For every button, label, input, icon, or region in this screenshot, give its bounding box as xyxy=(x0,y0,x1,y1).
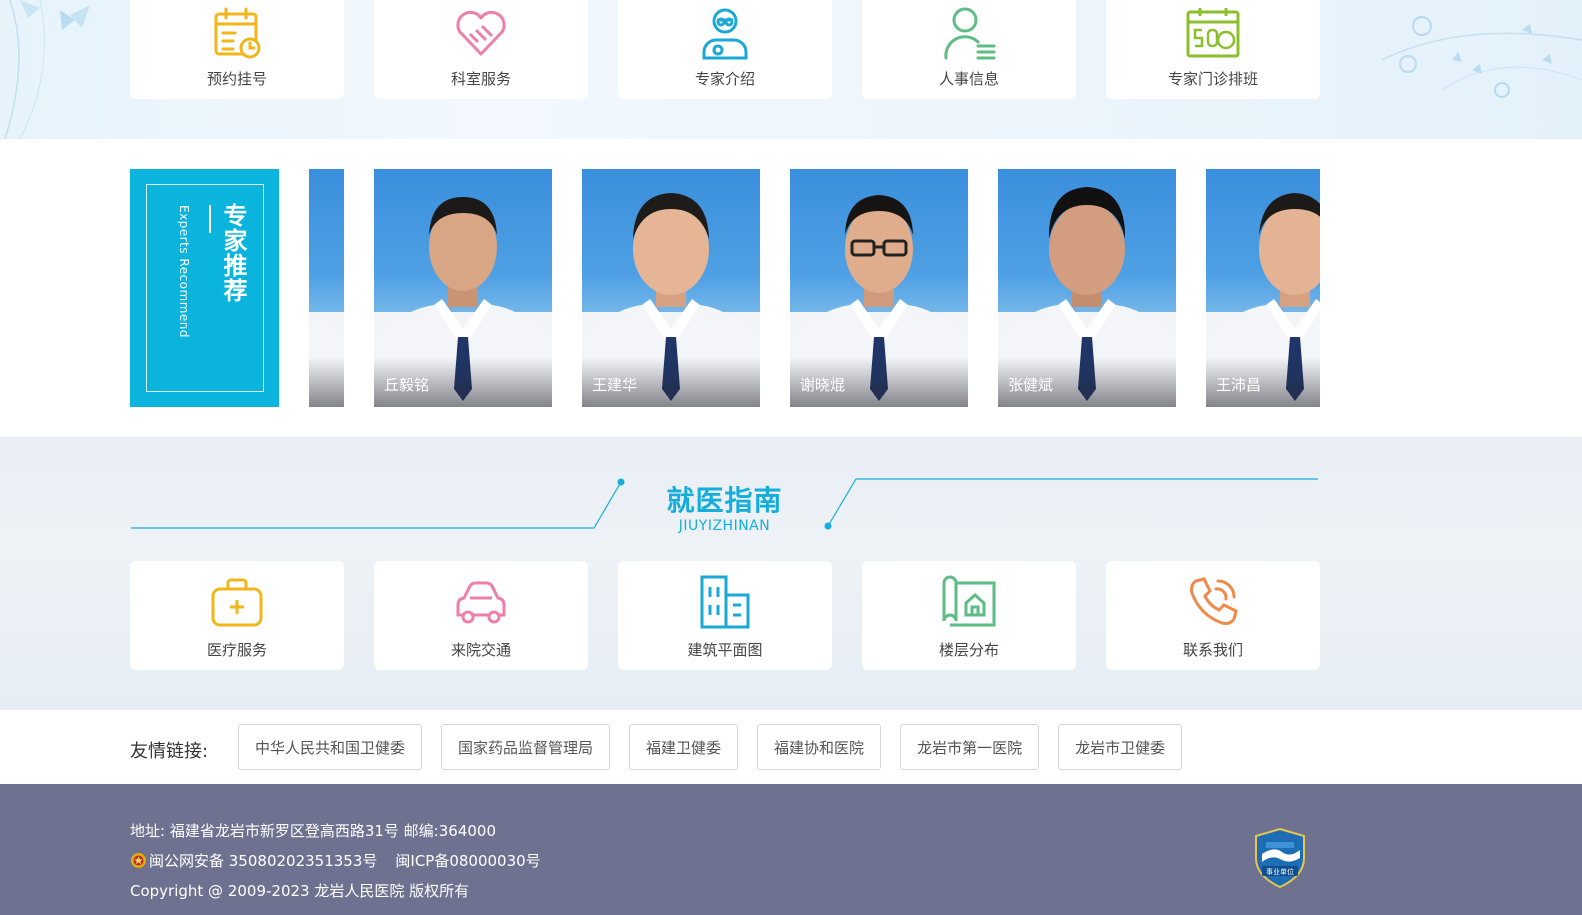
car-icon xyxy=(456,581,506,624)
quick-services-section: 预约挂号 科室服务 专家介绍 人事信息 专家门诊排班 xyxy=(0,0,1582,139)
floral-decoration-left xyxy=(4,0,90,139)
experts-subtitle: Experts Recommend xyxy=(177,205,191,338)
building-icon xyxy=(700,575,750,629)
doctor-name: 王沛昌 xyxy=(1216,376,1262,394)
service-appointment[interactable]: 预约挂号 xyxy=(130,0,344,99)
experts-section: 专家推荐 Experts Recommend 丘毅铭 王建华 谢晓焜 张健斌 王… xyxy=(0,139,1582,437)
guide-floor-distribution[interactable]: 楼层分布 xyxy=(862,561,1076,670)
doctor-name: 丘毅铭 xyxy=(384,376,430,394)
doctor-card[interactable]: 王沛昌 xyxy=(1206,169,1320,407)
police-record-link[interactable]: 闽公网安备 35080202351353号 xyxy=(149,850,377,871)
doctor-card[interactable]: 谢晓焜 xyxy=(790,169,968,407)
friend-link[interactable]: 福建协和医院 xyxy=(757,724,882,770)
calendar-clock-icon xyxy=(214,7,261,59)
badge-text: 事业单位 xyxy=(1266,867,1294,876)
doctor-icon xyxy=(702,8,748,60)
guide-medical-service[interactable]: 医疗服务 xyxy=(130,561,344,670)
friend-link[interactable]: 龙岩市第一医院 xyxy=(900,724,1040,770)
doctor-card[interactable]: 张健斌 xyxy=(998,169,1176,407)
guide-label: 楼层分布 xyxy=(938,641,999,659)
friend-link[interactable]: 国家药品监督管理局 xyxy=(441,724,611,770)
friend-links-section: 友情链接: 中华人民共和国卫健委 国家药品监督管理局 福建卫健委 福建协和医院 … xyxy=(0,710,1582,784)
friend-links-label: 友情链接: xyxy=(130,741,209,762)
name-overlay xyxy=(309,357,344,407)
doctor-card[interactable]: 丘毅铭 xyxy=(374,169,552,407)
doctor-card[interactable] xyxy=(309,169,344,407)
friend-link[interactable]: 福建卫健委 xyxy=(629,724,739,770)
site-footer: 地址: 福建省龙岩市新罗区登高西路31号 邮编:364000 闽公网安备 350… xyxy=(0,784,1582,915)
schedule-calendar-icon xyxy=(1186,8,1240,58)
footer-records: 闽公网安备 35080202351353号 闽ICP备08000030号 xyxy=(130,850,541,871)
phone-icon xyxy=(1190,577,1238,625)
floral-decoration-right xyxy=(1382,16,1582,98)
public-institution-badge[interactable]: 事业单位 xyxy=(1254,828,1306,888)
police-badge-icon xyxy=(131,853,146,868)
service-label: 专家介绍 xyxy=(694,70,755,88)
doctor-name: 张健斌 xyxy=(1008,376,1054,394)
guide-label: 医疗服务 xyxy=(206,641,267,659)
medical-guide-section: 就医指南 JIUYIZHINAN 医疗服务 来院交通 建筑平面图 楼层分布 联系… xyxy=(0,437,1582,710)
guide-label: 建筑平面图 xyxy=(687,641,763,659)
medical-kit-icon xyxy=(211,578,263,627)
service-schedule[interactable]: 专家门诊排班 xyxy=(1106,0,1320,99)
guide-label: 联系我们 xyxy=(1182,641,1243,659)
guide-building-plan[interactable]: 建筑平面图 xyxy=(618,561,832,670)
service-personnel[interactable]: 人事信息 xyxy=(862,0,1076,99)
experts-recommend-tag[interactable]: 专家推荐 Experts Recommend xyxy=(130,169,279,407)
service-label: 预约挂号 xyxy=(206,70,267,88)
friend-link[interactable]: 龙岩市卫健委 xyxy=(1058,724,1183,770)
footer-copyright: Copyright @ 2009-2023 龙岩人民医院 版权所有 xyxy=(130,882,470,900)
floor-map-icon xyxy=(942,575,996,627)
doctor-name: 王建华 xyxy=(592,376,638,394)
person-list-icon xyxy=(944,7,996,60)
guide-label: 来院交通 xyxy=(450,641,511,659)
guide-title: 就医指南 xyxy=(666,484,783,517)
experts-carousel[interactable]: 丘毅铭 王建华 谢晓焜 张健斌 王沛昌 xyxy=(309,169,1320,407)
service-label: 专家门诊排班 xyxy=(1167,70,1258,88)
doctor-name: 谢晓焜 xyxy=(800,376,846,394)
service-label: 科室服务 xyxy=(450,70,511,88)
guide-contact-us[interactable]: 联系我们 xyxy=(1106,561,1320,670)
footer-address: 地址: 福建省龙岩市新罗区登高西路31号 邮编:364000 xyxy=(130,822,496,840)
heart-handshake-icon xyxy=(456,10,506,56)
tag-divider xyxy=(209,205,211,233)
icp-record-link[interactable]: 闽ICP备08000030号 xyxy=(395,850,540,871)
service-label: 人事信息 xyxy=(938,70,999,88)
guide-subtitle: JIUYIZHINAN xyxy=(678,518,771,534)
guide-transport[interactable]: 来院交通 xyxy=(374,561,588,670)
service-experts[interactable]: 专家介绍 xyxy=(618,0,832,99)
tag-border-frame: 专家推荐 Experts Recommend xyxy=(146,184,264,392)
service-departments[interactable]: 科室服务 xyxy=(374,0,588,99)
friend-link[interactable]: 中华人民共和国卫健委 xyxy=(238,724,423,770)
doctor-card[interactable]: 王建华 xyxy=(582,169,760,407)
experts-title: 专家推荐 xyxy=(219,203,247,303)
